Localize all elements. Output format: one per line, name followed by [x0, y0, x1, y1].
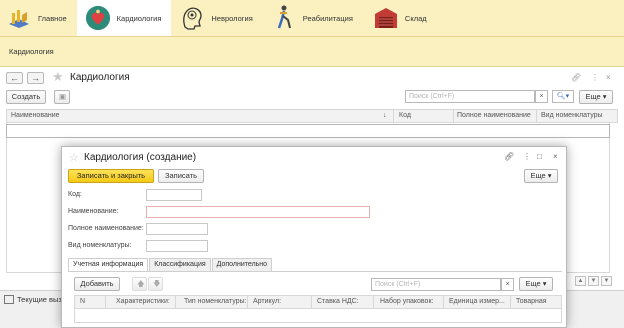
code-field[interactable] — [146, 189, 202, 201]
section-label: Реабилитация — [302, 13, 353, 23]
list-table-header: Наименование ↓ Код Полное наименование В… — [6, 109, 618, 123]
full-name-label: Полное наименование: — [68, 225, 144, 232]
close-icon[interactable]: × — [553, 152, 558, 161]
section-neurology[interactable]: Неврология — [171, 0, 262, 36]
column-header[interactable]: Полное наименование — [457, 112, 531, 119]
brain-icon — [179, 5, 205, 31]
tab-accounting[interactable]: Учетная информация — [68, 258, 149, 271]
more-label: Еще — [530, 171, 546, 180]
dialog-search-input[interactable]: Поиск (Ctrl+F) — [371, 278, 501, 291]
sections-bar: Главное Кардиология Неврология Реабилита… — [0, 0, 624, 37]
close-icon[interactable]: × — [606, 73, 611, 82]
column-header[interactable]: Код — [399, 112, 411, 119]
save-and-close-button[interactable]: Записать и закрыть — [68, 169, 154, 183]
column-header[interactable]: Характеристики: — [116, 298, 170, 305]
section-label: Кардиология — [116, 13, 162, 23]
section-cardiology[interactable]: Кардиология — [76, 0, 172, 36]
move-up-button[interactable]: 🡅 — [132, 277, 147, 291]
section-label: Неврология — [211, 13, 253, 23]
column-header[interactable]: Тип номенклатуры: — [184, 298, 246, 305]
name-label: Наименование: — [68, 208, 119, 215]
move-down-button[interactable]: 🡇 — [148, 277, 163, 291]
column-header[interactable]: Вид номенклатуры — [541, 112, 603, 119]
more-label: Еще — [585, 92, 601, 101]
favorite-star-icon[interactable]: ☆ — [69, 151, 79, 164]
arrow-up-icon: 🡅 — [137, 279, 145, 288]
rehab-icon — [271, 5, 297, 31]
copy-button[interactable]: ▣ — [54, 90, 70, 104]
column-header[interactable]: Наименование — [11, 112, 60, 119]
table-row[interactable] — [6, 124, 610, 138]
section-label: Склад — [404, 13, 427, 23]
open-window-tab[interactable]: Кардиология — [9, 47, 54, 56]
arrow-down-icon: 🡇 — [153, 279, 161, 288]
tab-divider — [68, 271, 562, 272]
more-label: Еще — [525, 279, 541, 288]
section-rehab[interactable]: Реабилитация — [263, 0, 363, 36]
column-header[interactable]: N — [80, 298, 85, 305]
clear-search-button[interactable]: × — [535, 90, 548, 103]
scroll-bottom-button[interactable]: ▼ — [601, 276, 612, 286]
dialog-tabs: Учетная информация Классификация Дополни… — [68, 258, 273, 271]
copy-icon: ▣ — [59, 92, 67, 101]
link-icon[interactable]: 🔗︎ — [571, 73, 581, 82]
create-button[interactable]: Создать — [6, 90, 46, 104]
dialog-title: Кардиология (создание) — [84, 152, 197, 163]
dialog-more-button[interactable]: Еще ▾ — [524, 169, 558, 183]
scroll-top-button[interactable]: ▲ — [575, 276, 586, 286]
column-header[interactable]: Набор упаковок: — [380, 298, 433, 305]
more-actions-icon[interactable]: ⋮ — [523, 152, 531, 161]
open-windows-bar: Кардиология — [0, 37, 624, 67]
name-field[interactable] — [146, 206, 370, 218]
window-icon — [4, 295, 14, 304]
home-icon — [6, 5, 32, 31]
full-name-field[interactable] — [146, 223, 208, 235]
more-actions-icon[interactable]: ⋮ — [591, 73, 599, 82]
search-icon: 🔍︎▾ — [556, 93, 570, 100]
forward-button[interactable]: → — [27, 72, 44, 84]
code-label: Код: — [68, 191, 82, 198]
favorite-star-icon[interactable]: ★ — [52, 70, 64, 84]
list-more-button[interactable]: Еще ▾ — [579, 90, 613, 104]
section-home[interactable]: Главное — [0, 0, 77, 36]
heart-icon — [85, 5, 111, 31]
table-more-button[interactable]: Еще ▾ — [519, 277, 553, 291]
add-button[interactable]: Добавить — [74, 277, 120, 291]
create-dialog: ☆ Кардиология (создание) 🔗︎ ⋮ □ × Записа… — [61, 146, 567, 328]
section-label: Главное — [38, 13, 67, 23]
kind-field[interactable] — [146, 240, 208, 252]
column-header[interactable]: Товарная — [516, 298, 547, 305]
maximize-icon[interactable]: □ — [537, 152, 542, 161]
save-button[interactable]: Записать — [158, 169, 204, 183]
tab-additional[interactable]: Дополнительно — [211, 258, 273, 271]
warehouse-icon — [373, 5, 399, 31]
clear-search-button[interactable]: × — [501, 278, 514, 291]
tab-classification[interactable]: Классификация — [149, 258, 211, 271]
scroll-up-button[interactable]: ▼ — [588, 276, 599, 286]
kind-label: Вид номенклатуры: — [68, 242, 132, 249]
search-button[interactable]: 🔍︎▾ — [552, 90, 574, 103]
link-icon[interactable]: 🔗︎ — [504, 152, 514, 161]
section-warehouse[interactable]: Склад — [363, 0, 437, 36]
back-button[interactable]: ← — [6, 72, 23, 84]
column-header[interactable]: Ставка НДС: — [317, 298, 359, 305]
column-header[interactable]: Артикул: — [253, 298, 281, 305]
list-search-input[interactable]: Поиск (Ctrl+F) — [405, 90, 535, 103]
items-table-header: N Характеристики: Тип номенклатуры: Арти… — [74, 295, 562, 309]
page-title: Кардиология — [70, 72, 130, 83]
column-header[interactable]: Единица измер... — [449, 298, 505, 305]
table-row[interactable] — [74, 309, 562, 323]
sort-down-icon[interactable]: ↓ — [383, 112, 387, 119]
